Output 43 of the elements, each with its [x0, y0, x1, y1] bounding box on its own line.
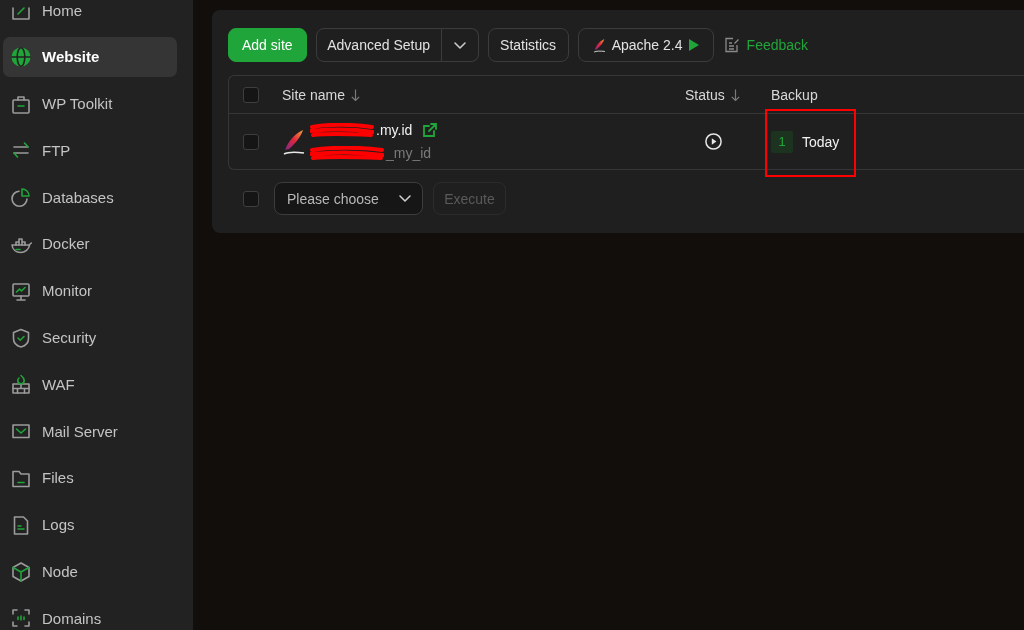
backup-time: Today — [802, 133, 840, 150]
sidebar-item[interactable]: Security — [3, 317, 177, 358]
checkbox[interactable] — [243, 133, 259, 150]
backup-count[interactable]: 1 — [771, 130, 793, 153]
caret-icon — [399, 195, 411, 202]
external-link-icon[interactable] — [422, 122, 439, 138]
dropdown-button[interactable] — [441, 28, 479, 62]
pie-chart-icon — [10, 186, 32, 209]
sidebar-item[interactable]: WAF — [3, 364, 177, 405]
sidebar-item[interactable]: Website — [3, 36, 177, 77]
sidebar-item[interactable]: Node — [3, 551, 177, 592]
sidebar-item[interactable]: Databases — [3, 177, 177, 218]
sidebar-item[interactable]: FTP — [3, 130, 177, 171]
site-alias: _my_id — [386, 145, 432, 161]
site-name-link[interactable]: .my.id — [376, 122, 413, 138]
sidebar-item[interactable]: Files — [3, 457, 177, 498]
server-button[interactable]: Apache 2.4 — [577, 28, 714, 62]
shield-icon — [10, 326, 32, 349]
caret-icon — [453, 41, 466, 49]
feedback-link[interactable]: Feedback — [723, 37, 809, 53]
sidebar-item[interactable]: Logs — [3, 504, 177, 545]
sidebar-item[interactable]: WP Toolkit — [3, 83, 177, 124]
column-header[interactable]: Status — [685, 86, 740, 103]
play-icon — [688, 39, 699, 51]
statistics-button[interactable]: Statistics — [487, 28, 569, 62]
feather-icon — [282, 128, 306, 155]
checkbox[interactable] — [243, 190, 259, 207]
action-dropdown[interactable]: Please choose — [274, 182, 423, 215]
sidebar-item[interactable]: Mail Server — [3, 411, 177, 452]
sidebar-item[interactable]: Home — [3, 0, 177, 30]
play-circle-icon[interactable] — [705, 133, 722, 150]
sidebar-item[interactable]: Monitor — [3, 270, 177, 311]
checkbox[interactable] — [243, 86, 259, 103]
sidebar-item[interactable]: Docker — [3, 224, 177, 264]
dashed-frame-icon — [10, 607, 32, 630]
cube-icon — [10, 560, 32, 583]
notepad-icon — [723, 37, 740, 53]
column-header[interactable]: Site name — [282, 86, 361, 103]
column-header[interactable]: Backup — [771, 86, 818, 103]
globe-icon — [10, 45, 32, 68]
sidebar-item[interactable]: Domains — [3, 598, 177, 630]
brick-wall-icon — [10, 373, 32, 396]
advanced-setup-button[interactable]: Advanced Setup — [315, 28, 442, 62]
